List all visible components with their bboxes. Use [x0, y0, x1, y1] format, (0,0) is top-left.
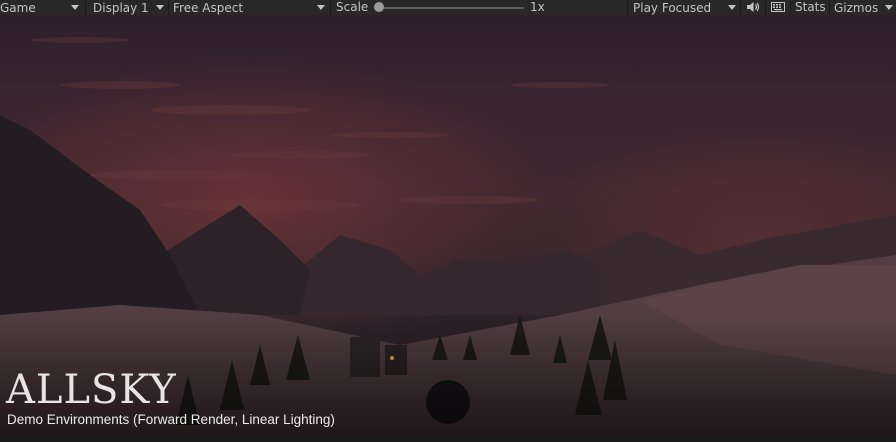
scale-slider-track[interactable] [376, 7, 524, 9]
view-type-label: Game [0, 0, 36, 15]
display-label: Display 1 [93, 0, 149, 15]
logo-text: ALLSKY [6, 367, 177, 413]
scale-label: Scale [336, 0, 369, 14]
gizmos-dropdown[interactable]: Gizmos [834, 0, 896, 15]
game-viewport[interactable]: ALLSKY Demo Environments (Forward Render… [0, 15, 896, 437]
chevron-down-icon [317, 5, 325, 10]
aspect-label: Free Aspect [173, 0, 244, 15]
toolbar-divider [790, 0, 791, 15]
mute-audio-button[interactable] [745, 0, 761, 15]
scale-value: 1x [530, 0, 545, 14]
play-mode-label: Play Focused [633, 0, 712, 15]
toolbar-divider [627, 0, 628, 15]
toolbar-divider [168, 0, 169, 15]
display-dropdown[interactable]: Display 1 [93, 0, 165, 15]
toolbar-divider [740, 0, 741, 15]
chevron-down-icon [885, 5, 893, 10]
chevron-down-icon [156, 5, 164, 10]
demo-subtitle: Demo Environments (Forward Render, Linea… [7, 412, 335, 427]
aspect-dropdown[interactable]: Free Aspect [173, 0, 328, 15]
speaker-icon [747, 2, 760, 12]
toolbar-divider [765, 0, 766, 15]
shortcuts-button[interactable] [770, 0, 786, 15]
chevron-down-icon [71, 5, 79, 10]
allsky-logo: ALLSKY [6, 370, 177, 410]
gizmos-label: Gizmos [834, 0, 879, 15]
toolbar-divider [330, 0, 331, 15]
bottom-border [0, 437, 896, 442]
scale-slider-handle[interactable] [374, 2, 384, 12]
toolbar-divider [829, 0, 830, 15]
chevron-down-icon [728, 5, 736, 10]
play-mode-dropdown[interactable]: Play Focused [633, 0, 738, 15]
toolbar-divider [85, 0, 86, 15]
keyboard-icon [771, 2, 785, 12]
game-view-toolbar: Game Display 1 Free Aspect Scale 1x Play… [0, 0, 896, 15]
stats-button[interactable]: Stats [795, 0, 826, 15]
view-type-dropdown[interactable]: Game [0, 0, 80, 15]
